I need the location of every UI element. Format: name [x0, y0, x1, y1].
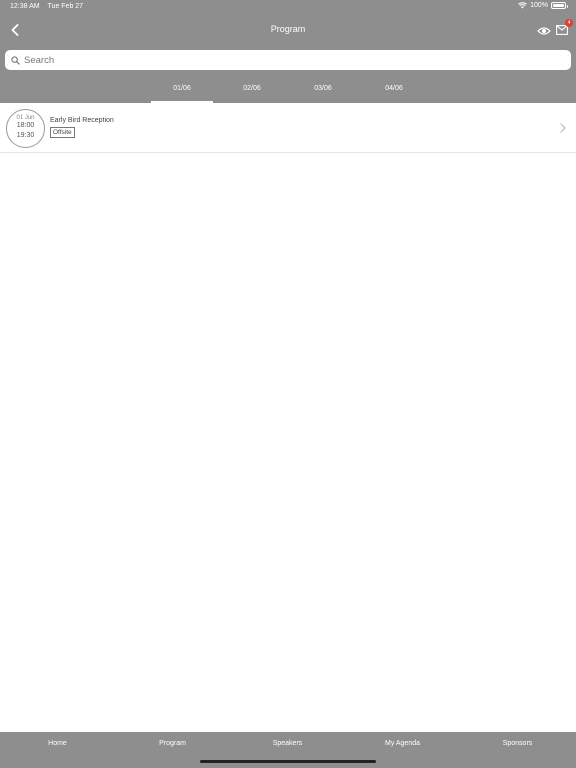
battery-percent: 100% [530, 2, 548, 9]
status-right: 100% [518, 2, 568, 9]
header: 12:38 AM Tue Feb 27 100% Program 4 Searc… [0, 0, 576, 103]
session-row[interactable]: 01 Jun 18:00 19:30 Early Bird Reception … [0, 103, 576, 153]
date-tabs: 01/06 02/06 03/06 04/06 [0, 80, 576, 103]
eye-icon [537, 27, 551, 35]
tab-bar-speakers[interactable]: Speakers [230, 740, 345, 747]
status-left: 12:38 AM Tue Feb 27 [10, 3, 83, 10]
tab-bar-sponsors[interactable]: Sponsors [460, 740, 575, 747]
session-start-time: 18:00 [16, 122, 35, 129]
wifi-icon [518, 2, 527, 9]
nav-bar: Program 4 [0, 14, 576, 46]
session-date-circle: 01 Jun 18:00 19:30 [6, 109, 45, 148]
tab-03-06[interactable]: 03/06 [292, 80, 354, 103]
battery-icon [551, 2, 568, 9]
bottom-tab-bar: Home Program Speakers My Agenda Sponsors [0, 732, 576, 768]
search-bar [5, 50, 571, 70]
search-icon [11, 55, 20, 65]
status-date: Tue Feb 27 [47, 3, 84, 10]
page-title: Program [270, 24, 306, 34]
mail-badge: 4 [565, 19, 573, 27]
session-end-time: 19:30 [16, 132, 35, 139]
chevron-right-icon [560, 123, 566, 133]
tab-04-06[interactable]: 04/06 [363, 80, 425, 103]
session-title: Early Bird Reception [50, 117, 114, 124]
mail-button[interactable]: 4 [556, 19, 573, 36]
tab-02-06[interactable]: 02/06 [221, 80, 283, 103]
session-tag: Offsite [50, 127, 75, 138]
tab-01-06[interactable]: 01/06 [151, 80, 213, 103]
status-time: 12:38 AM [10, 3, 40, 10]
search-input[interactable] [24, 54, 554, 66]
eye-button[interactable] [537, 23, 553, 37]
home-indicator[interactable] [200, 760, 376, 763]
tab-bar-my-agenda[interactable]: My Agenda [345, 740, 460, 747]
battery-fill [553, 4, 564, 7]
program-list: 01 Jun 18:00 19:30 Early Bird Reception … [0, 103, 576, 153]
tab-bar-program[interactable]: Program [115, 740, 230, 747]
status-bar: 12:38 AM Tue Feb 27 100% [0, 0, 576, 14]
tab-bar-home[interactable]: Home [0, 740, 115, 747]
